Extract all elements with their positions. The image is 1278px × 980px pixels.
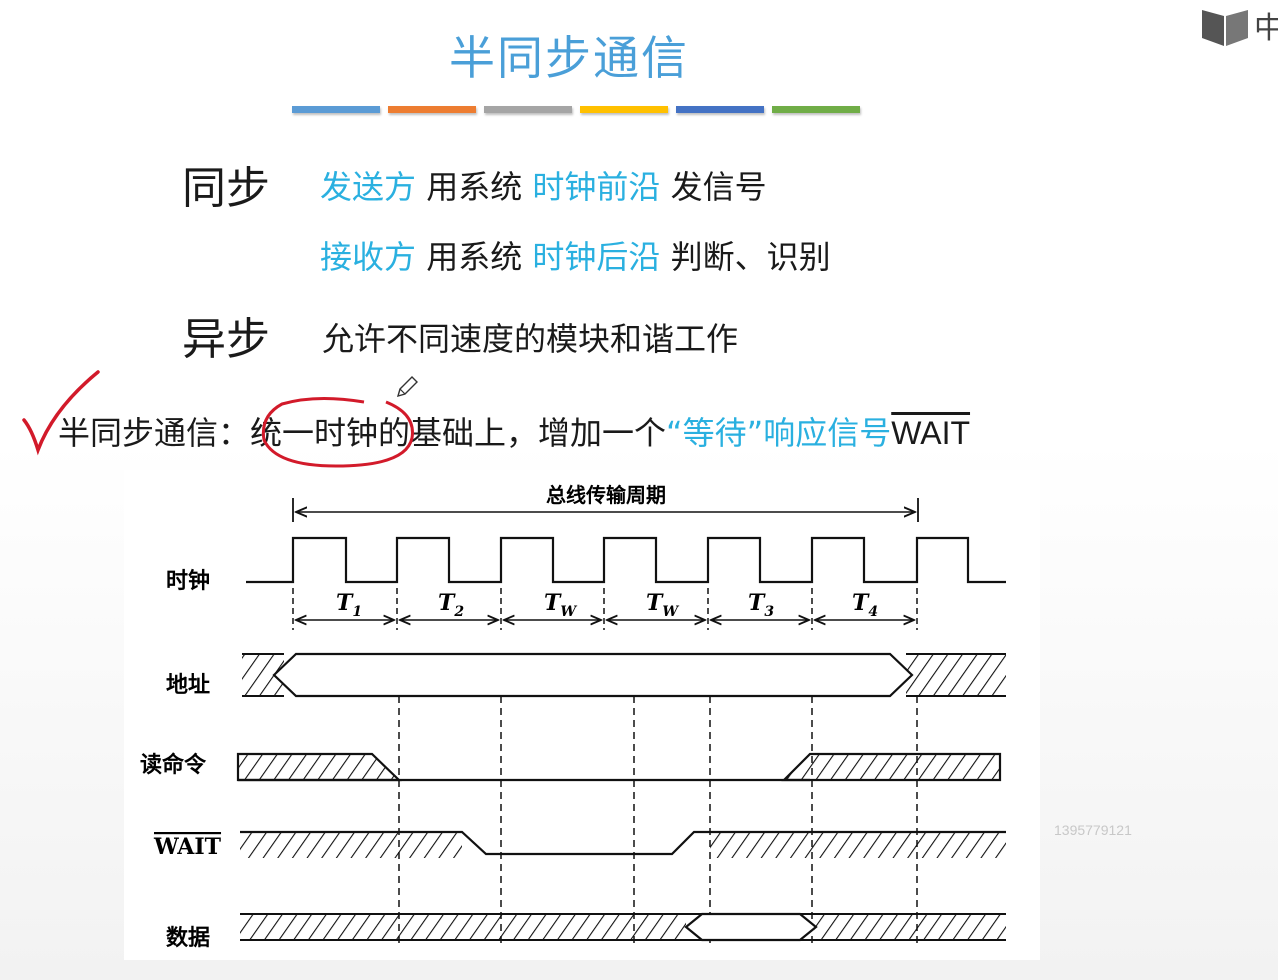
phase-markers (292, 588, 918, 630)
circle-annotation (261, 396, 414, 468)
data-valid-window (684, 912, 818, 942)
slide-title: 半同步通信 (449, 31, 689, 85)
color-segment (772, 106, 860, 113)
clock-label: 时钟 (166, 568, 210, 594)
sync-text: 发信号 (660, 168, 767, 206)
period-label: 总线传输周期 (546, 483, 666, 507)
timing-guides (398, 696, 918, 948)
color-segment (484, 106, 572, 113)
pen-cursor-icon (396, 376, 418, 398)
phase-label: TW (646, 590, 679, 620)
wait-hatch-left (240, 832, 462, 858)
sync-text: 用系统 (416, 238, 533, 276)
address-valid-bus (272, 652, 914, 698)
wait-hatch-right (710, 832, 1006, 858)
book-icon[interactable]: 中 (1200, 4, 1278, 52)
data-hatch-left (240, 914, 686, 940)
color-segment (676, 106, 764, 113)
sync-heading: 同步 (182, 163, 270, 214)
corner-label: 中 (1254, 11, 1278, 46)
async-text: 允许不同速度的模块和谐工作 (322, 320, 739, 358)
async-heading: 异步 (182, 314, 270, 365)
phase-label: T4 (852, 590, 878, 620)
phase-label: T2 (438, 590, 464, 620)
color-segment (292, 106, 380, 113)
data-hatch-right (814, 914, 1006, 940)
read-command-active (236, 752, 402, 782)
phase-label: TW (544, 590, 577, 620)
sync-text: 判断、识别 (660, 238, 831, 276)
address-hatch-right (906, 654, 1006, 696)
semi-prefix: 半同步通信： (58, 414, 251, 452)
falling-edge-term: 时钟后沿 (532, 238, 661, 276)
data-label: 数据 (166, 925, 210, 951)
rising-edge-term: 时钟前沿 (532, 168, 661, 206)
receiver-term: 接收方 (320, 238, 417, 276)
sync-line-2: 接收方 用系统 时钟后沿 判断、识别 (320, 232, 831, 278)
clock-waveform (246, 536, 1006, 584)
watermark: 1395779121 (1054, 822, 1132, 838)
wait-quote: “等待” (666, 414, 764, 452)
sync-line-1: 发送方 用系统 时钟前沿 发信号 (320, 162, 767, 208)
read-command-release (781, 752, 1002, 782)
color-segment (388, 106, 476, 113)
semi-sync-line: 半同步通信：统一时钟的基础上，增加一个“等待”响应信号WAIT (58, 408, 970, 454)
phase-label: T1 (336, 590, 362, 620)
read-command-label: 读命令 (140, 752, 207, 778)
wait-signal: WAIT (891, 415, 971, 451)
color-segment (580, 106, 668, 113)
wait-label: WAIT (153, 834, 222, 860)
timing-diagram: 总线传输周期 时钟 地址 读命令 WAIT 数据 T1 T2 TW TW T3 … (124, 470, 1040, 960)
sender-term: 发送方 (320, 168, 417, 206)
title-underline (292, 106, 860, 113)
phase-label: T3 (748, 590, 774, 620)
address-label: 地址 (166, 672, 210, 698)
sync-text: 用系统 (416, 168, 533, 206)
semi-suffix: 响应信号 (763, 414, 892, 452)
